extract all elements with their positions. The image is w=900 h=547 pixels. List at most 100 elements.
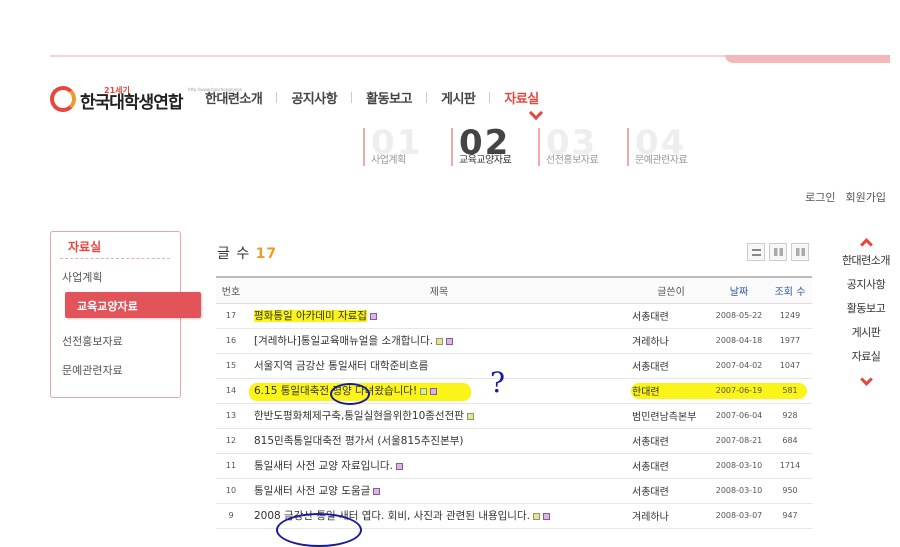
nav-item-about[interactable]: 한대련소개 bbox=[205, 88, 263, 107]
nav-item-report[interactable]: 활동보고 bbox=[366, 88, 412, 107]
side-menu-title: 자료실 bbox=[68, 240, 102, 254]
grid-icon bbox=[795, 248, 805, 256]
site-logo[interactable]: 21세기 한국대학생연합 http://www.hanchongryeon bbox=[50, 82, 242, 116]
quick-item-about[interactable]: 한대련소개 bbox=[842, 249, 891, 273]
quick-item-archive[interactable]: 자료실 bbox=[852, 345, 881, 369]
main-nav: 한대련소개 공지사항 활동보고 게시판 자료실 bbox=[205, 88, 539, 107]
table-row: 12 815민족통일대축전 평가서 (서울815추진본부) 서총대련 2007-… bbox=[216, 428, 812, 454]
nav-item-notice[interactable]: 공지사항 bbox=[291, 88, 337, 107]
row-title-cell: 815민족통일대축전 평가서 (서울815추진본부) bbox=[246, 428, 632, 454]
nav-separator bbox=[426, 92, 427, 103]
row-writer[interactable]: 서총대련 bbox=[632, 478, 710, 504]
row-writer[interactable]: 겨레하나 bbox=[632, 503, 710, 529]
subtab-promo[interactable]: 03 선전홍보자료 bbox=[538, 126, 599, 166]
row-views: 950 bbox=[768, 478, 812, 504]
row-title[interactable]: 통일새터 사전 교양 자료입니다. bbox=[254, 460, 393, 472]
nav-separator bbox=[351, 92, 353, 103]
top-decor-tab bbox=[725, 55, 890, 63]
table-row: 15 서울지역 금강산 통일새터 대학준비흐름 서총대련 2007-04-02 … bbox=[216, 353, 812, 379]
side-item-education[interactable]: 교육교양자료 bbox=[65, 292, 201, 318]
row-writer[interactable]: 서총대련 bbox=[632, 428, 710, 454]
row-writer[interactable]: 겨레하나 bbox=[632, 328, 710, 354]
row-writer[interactable]: 범민련남측본부 bbox=[632, 403, 710, 429]
login-link[interactable]: 로그인 bbox=[805, 189, 835, 205]
col-date[interactable]: 날짜 bbox=[710, 276, 768, 304]
row-title[interactable]: 평화통일 아카데미 자료집 bbox=[254, 310, 367, 322]
auth-links: 로그인 회원가입 bbox=[805, 189, 886, 205]
attachment-icon bbox=[446, 337, 454, 345]
row-writer[interactable]: 서총대련 bbox=[632, 303, 710, 329]
quick-item-report[interactable]: 활동보고 bbox=[847, 297, 886, 321]
quick-item-notice[interactable]: 공지사항 bbox=[847, 273, 886, 297]
subtab-plan[interactable]: 01 사업계획 bbox=[363, 126, 420, 166]
image-icon bbox=[466, 412, 474, 420]
side-item-promo[interactable]: 선전홍보자료 bbox=[62, 333, 123, 349]
subtab-label: 문예관련자료 bbox=[635, 155, 688, 166]
row-title[interactable]: 서울지역 금강산 통일새터 대학준비흐름 bbox=[254, 360, 428, 372]
annotation-circle bbox=[330, 383, 370, 405]
nav-separator bbox=[489, 92, 491, 103]
chevron-down-icon bbox=[528, 105, 544, 121]
row-num: 11 bbox=[216, 453, 246, 479]
row-views: 1977 bbox=[768, 328, 812, 354]
row-num: 12 bbox=[216, 428, 246, 454]
row-title[interactable]: [겨레하나]통일교육매뉴얼을 소개합니다. bbox=[254, 335, 433, 347]
row-writer[interactable]: 서총대련 bbox=[632, 353, 710, 379]
table-row: 14 6.15 통일대축전 평양 다녀왔습니다! 한대련 2007-06-19 … bbox=[216, 378, 812, 404]
subtab-arts[interactable]: 04 문예관련자료 bbox=[627, 126, 688, 166]
webzine-view-button[interactable] bbox=[791, 243, 809, 261]
row-views: 928 bbox=[768, 403, 812, 429]
image-icon bbox=[436, 337, 444, 345]
table-row: 13 한반도평화체제구축,통일실현을위한10종선전판 범민련남측본부 2007-… bbox=[216, 403, 812, 429]
subtab-education[interactable]: 02 교육교양자료 bbox=[451, 126, 512, 166]
view-mode-buttons bbox=[747, 243, 809, 261]
row-views: 1047 bbox=[768, 353, 812, 379]
row-title[interactable]: 815민족통일대축전 평가서 (서울815추진본부) bbox=[254, 435, 464, 447]
row-views: 1249 bbox=[768, 303, 812, 329]
subtab-label: 교육교양자료 bbox=[459, 155, 512, 166]
row-date: 2008-04-18 bbox=[710, 328, 768, 354]
table-row: 16 [겨레하나]통일교육매뉴얼을 소개합니다. 겨레하나 2008-04-18… bbox=[216, 328, 812, 354]
row-date: 2008-03-07 bbox=[710, 503, 768, 529]
row-date: 2008-05-22 bbox=[710, 303, 768, 329]
nav-item-archive[interactable]: 자료실 bbox=[504, 88, 539, 107]
chevron-down-icon[interactable] bbox=[859, 373, 873, 386]
gallery-icon bbox=[773, 248, 783, 256]
list-view-button[interactable] bbox=[747, 243, 765, 261]
row-writer[interactable]: 서총대련 bbox=[632, 453, 710, 479]
gallery-view-button[interactable] bbox=[769, 243, 787, 261]
side-item-plan[interactable]: 사업계획 bbox=[62, 269, 102, 285]
post-table: 번호 제목 글쓴이 날짜 조회 수 17 평화통일 아카데미 자료집 서총대련 … bbox=[216, 276, 812, 529]
list-icon bbox=[751, 248, 761, 256]
row-title-cell: 통일새터 사전 교양 자료입니다. bbox=[246, 453, 632, 479]
post-count-label: 글 수 bbox=[217, 246, 251, 262]
row-date: 2008-03-10 bbox=[710, 478, 768, 504]
row-title[interactable]: 한반도평화체제구축,통일실현을위한10종선전판 bbox=[254, 410, 464, 422]
row-date: 2007-08-21 bbox=[710, 428, 768, 454]
row-date: 2007-06-19 bbox=[710, 378, 768, 404]
row-writer[interactable]: 한대련 bbox=[632, 378, 710, 404]
row-title[interactable]: 통일새터 사전 교양 도움글 bbox=[254, 485, 370, 497]
row-views: 947 bbox=[768, 503, 812, 529]
row-date: 2008-03-10 bbox=[710, 453, 768, 479]
attachment-icon bbox=[542, 512, 550, 520]
table-row: 11 통일새터 사전 교양 자료입니다. 서총대련 2008-03-10 171… bbox=[216, 453, 812, 479]
post-count-value: 17 bbox=[255, 246, 278, 262]
table-row: 17 평화통일 아카데미 자료집 서총대련 2008-05-22 1249 bbox=[216, 303, 812, 329]
quick-menu: 한대련소개 공지사항 활동보고 게시판 자료실 bbox=[840, 236, 892, 386]
table-row: 10 통일새터 사전 교양 도움글 서총대련 2008-03-10 950 bbox=[216, 478, 812, 504]
nav-separator bbox=[276, 92, 278, 103]
col-views[interactable]: 조회 수 bbox=[768, 276, 812, 304]
post-count: 글 수 17 bbox=[217, 243, 277, 263]
row-title-cell: 통일새터 사전 교양 도움글 bbox=[246, 478, 632, 504]
row-title-cell: 평화통일 아카데미 자료집 bbox=[246, 303, 632, 329]
row-title-cell: [겨레하나]통일교육매뉴얼을 소개합니다. bbox=[246, 328, 632, 354]
join-link[interactable]: 회원가입 bbox=[846, 189, 886, 205]
col-title: 제목 bbox=[246, 276, 632, 304]
side-item-arts[interactable]: 문예관련자료 bbox=[62, 362, 123, 378]
attachment-icon bbox=[373, 487, 381, 495]
quick-item-board[interactable]: 게시판 bbox=[852, 321, 881, 345]
nav-item-board[interactable]: 게시판 bbox=[441, 88, 476, 107]
annotation-question-mark: ? bbox=[490, 366, 506, 399]
row-num: 15 bbox=[216, 353, 246, 379]
